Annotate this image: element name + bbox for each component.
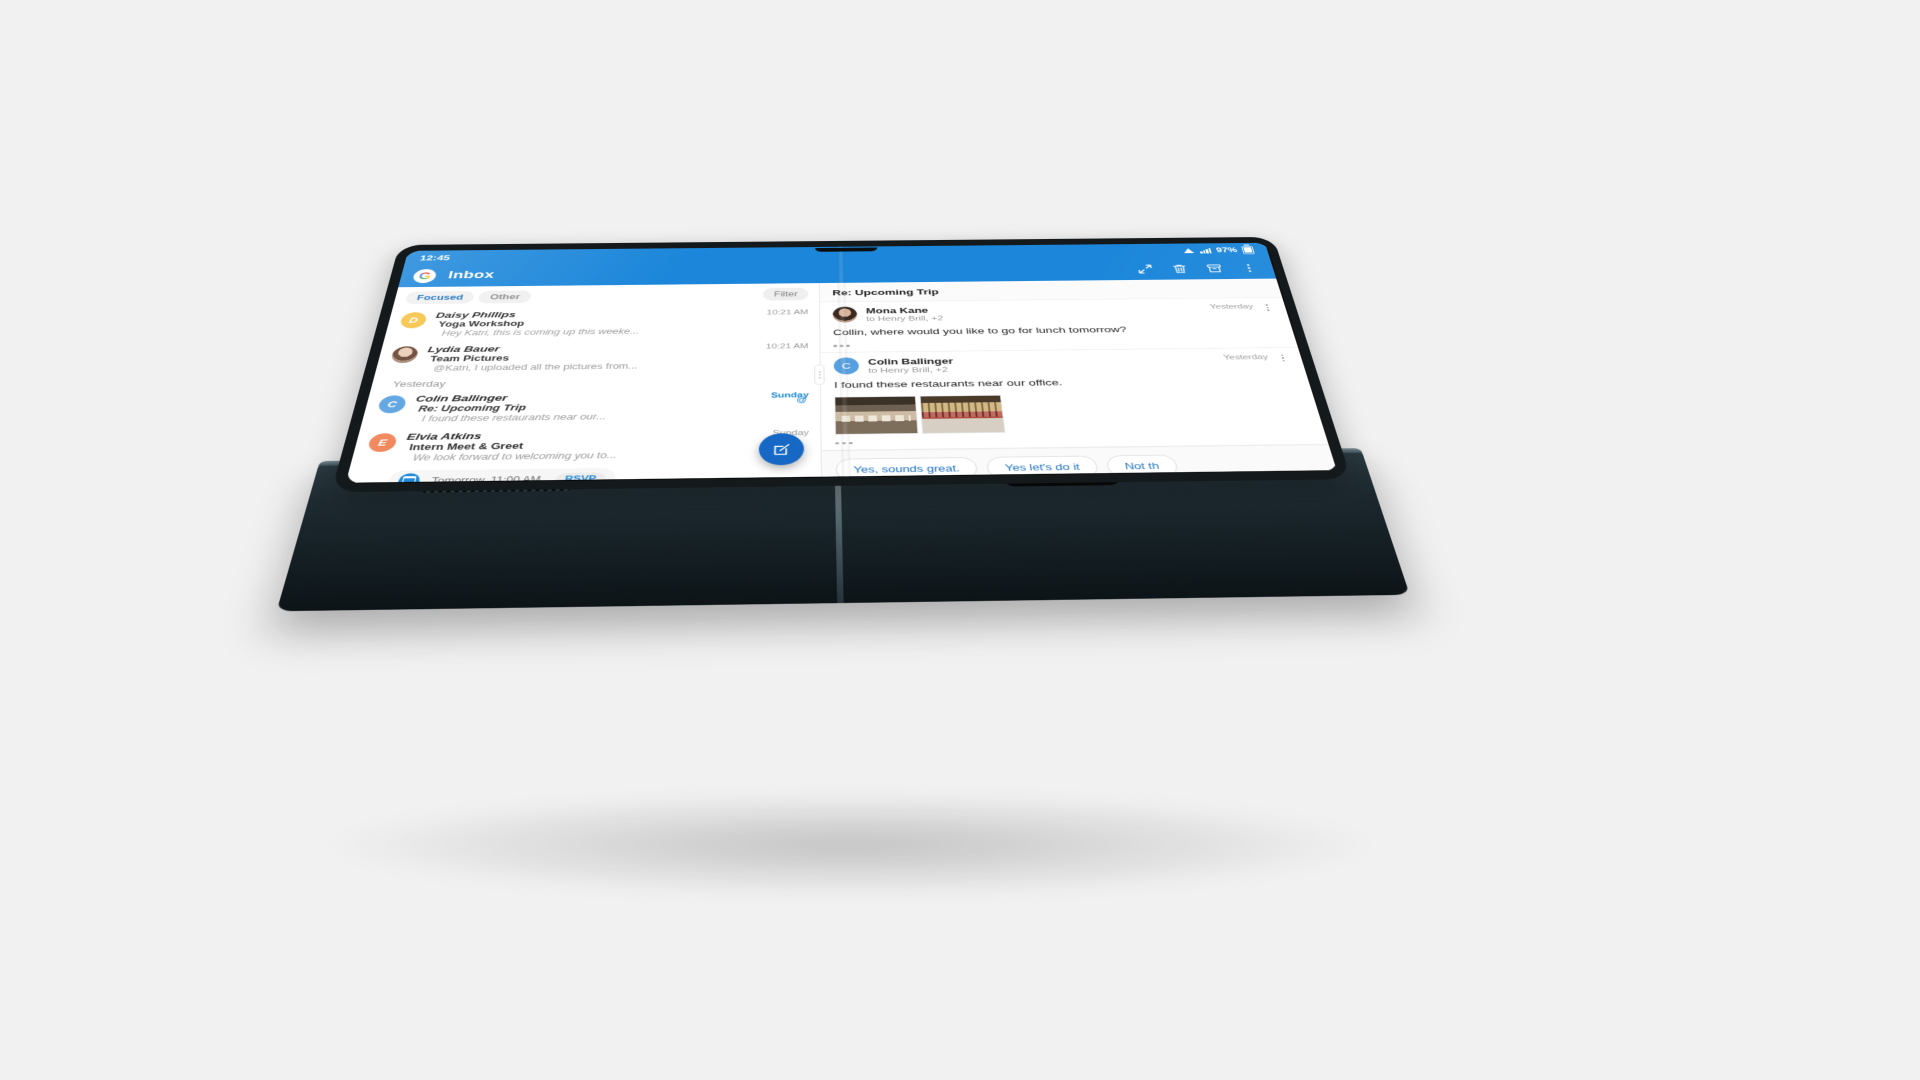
conversation-message[interactable]: Mona Kane to Henry Brill, +2 Yesterday C…: [820, 297, 1298, 353]
signal-icon: [1199, 247, 1212, 254]
status-time: 12:45: [419, 253, 452, 262]
avatar: [390, 346, 420, 364]
list-item[interactable]: D Daisy Phillips 10:21 AM Yoga Workshop …: [384, 304, 820, 342]
avatar: E: [366, 433, 399, 453]
list-item[interactable]: Lydia Bauer 10:21 AM Team Pictures @Katr…: [374, 337, 820, 377]
timestamp: 10:21 AM: [765, 342, 809, 351]
tab-other[interactable]: Other: [477, 290, 532, 304]
message-list: D Daisy Phillips 10:21 AM Yoga Workshop …: [346, 302, 822, 483]
list-item[interactable]: E Elvia Atkins Sunday Intern Meet & Gree…: [350, 423, 821, 468]
camera-notch: [815, 247, 878, 252]
timestamp: 10:21 AM: [766, 308, 809, 317]
restaurant-interior-photo-2[interactable]: [919, 394, 1006, 434]
delete-icon[interactable]: [1170, 263, 1189, 274]
suggested-reply-chip[interactable]: Yes, sounds great.: [835, 457, 979, 482]
attachment-thumbnails: [834, 391, 1310, 435]
foldable-device: 12:45 97% G Inbox Focused Other Filter D…: [276, 90, 1410, 880]
avatar: C: [376, 395, 408, 414]
avatar: D: [399, 312, 428, 329]
restaurant-interior-photo-1[interactable]: [834, 395, 919, 435]
device-screen-body: 12:45 97% G Inbox Focused Other Filter D…: [331, 236, 1352, 493]
avatar: C: [833, 357, 860, 375]
app-screen: 12:45 97% G Inbox Focused Other Filter D…: [345, 242, 1337, 483]
message-overflow-icon[interactable]: [1276, 353, 1290, 362]
timestamp: Yesterday: [1222, 353, 1269, 362]
archive-icon[interactable]: [1205, 263, 1224, 274]
timestamp: Yesterday: [1209, 303, 1255, 311]
avatar: [832, 306, 858, 323]
expand-icon[interactable]: [1136, 264, 1155, 275]
reading-pane: Re: Upcoming Trip Mona Kane to Henry Bri…: [819, 278, 1337, 483]
page-title: Inbox: [446, 269, 496, 282]
filter-button[interactable]: Filter: [763, 287, 809, 301]
microphone-hole: [924, 477, 936, 484]
expand-quoted-text-button[interactable]: [833, 340, 1283, 348]
overflow-menu-icon[interactable]: [1239, 263, 1259, 274]
app-bar-actions: [1136, 262, 1263, 274]
mention-badge: @: [796, 395, 807, 404]
message-list-pane: Focused Other Filter D Daisy Phillips 10…: [345, 283, 825, 483]
conversation-message[interactable]: C Colin Ballinger to Henry Brill, +2 Yes…: [820, 347, 1329, 451]
photo-scene: 12:45 97% G Inbox Focused Other Filter D…: [0, 0, 1920, 1080]
sender-name: Lydia Bauer: [426, 344, 501, 355]
message-overflow-icon[interactable]: [1261, 302, 1274, 311]
sender-name: Daisy Phillips: [435, 310, 517, 320]
status-indicators: 97%: [1183, 245, 1255, 255]
message-body: I found these restaurants near our offic…: [833, 377, 1063, 390]
google-account-avatar[interactable]: G: [411, 268, 438, 283]
expand-quoted-text-button[interactable]: [835, 436, 1313, 445]
pane-resize-handle[interactable]: [814, 364, 825, 385]
list-item[interactable]: C Colin Ballinger Sunday Re: Upcoming Tr…: [360, 385, 820, 428]
message-body: Collin, where would you like to go for l…: [833, 324, 1128, 337]
split-view: Focused Other Filter D Daisy Phillips 10…: [345, 278, 1337, 483]
sender-name: Elvia Atkins: [405, 430, 483, 442]
sender-name: Colin Ballinger: [414, 392, 509, 404]
tab-focused[interactable]: Focused: [404, 290, 476, 305]
battery-icon: [1241, 245, 1255, 254]
battery-percent-label: 97%: [1215, 246, 1239, 254]
wifi-icon: [1183, 248, 1196, 253]
screen-bezel: 12:45 97% G Inbox Focused Other Filter D…: [345, 242, 1339, 484]
